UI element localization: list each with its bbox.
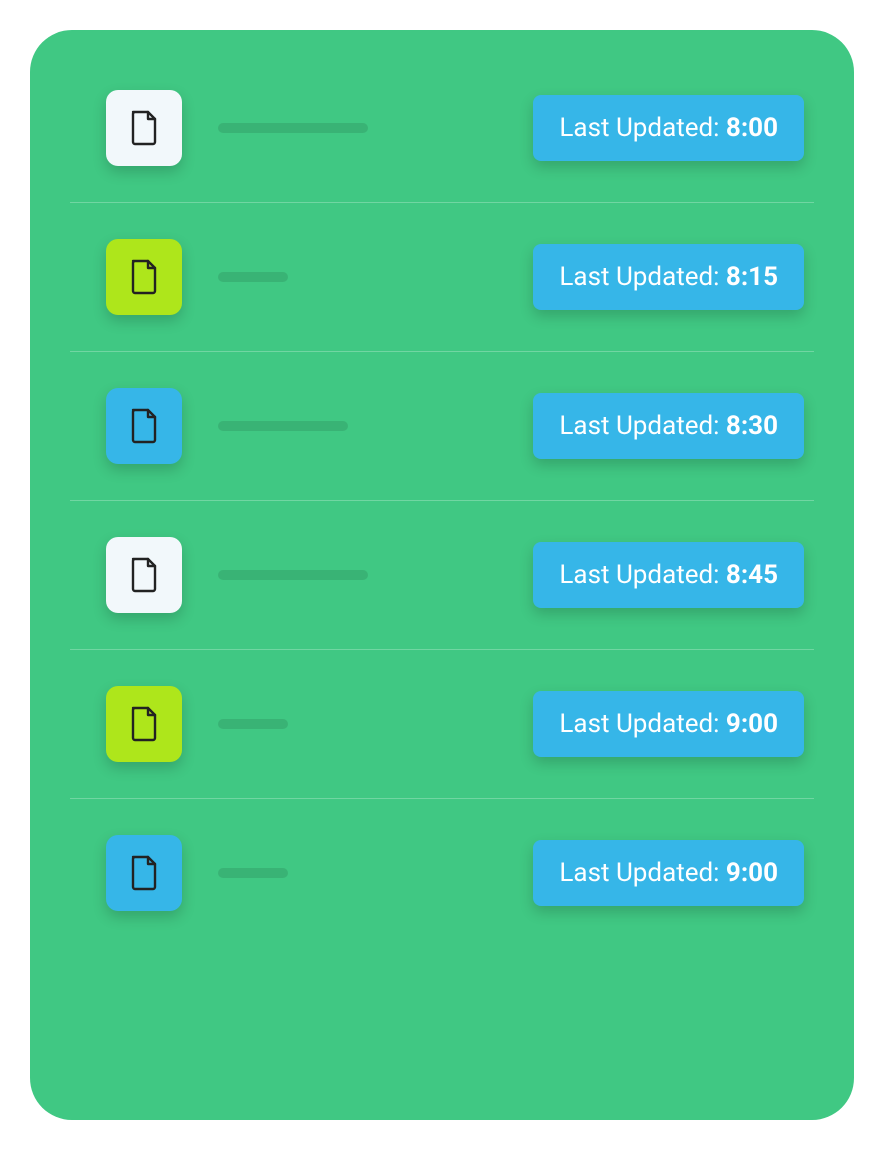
file-icon xyxy=(129,706,159,742)
file-icon-box[interactable] xyxy=(106,686,182,762)
last-updated-time: 9:00 xyxy=(726,858,778,888)
last-updated-chip: Last Updated: 9:00 xyxy=(533,840,804,906)
last-updated-chip: Last Updated: 8:15 xyxy=(533,244,804,310)
bar-fill xyxy=(218,570,368,580)
list-item: Last Updated: 8:15 xyxy=(70,203,814,352)
last-updated-time: 9:00 xyxy=(726,709,778,739)
file-icon-box[interactable] xyxy=(106,835,182,911)
file-icon xyxy=(129,110,159,146)
last-updated-label: Last Updated: xyxy=(559,858,726,888)
list-item: Last Updated: 8:30 xyxy=(70,352,814,501)
bar-fill xyxy=(218,421,348,431)
bar-fill xyxy=(218,868,288,878)
last-updated-time: 8:15 xyxy=(726,262,778,292)
file-icon xyxy=(129,259,159,295)
last-updated-label: Last Updated: xyxy=(559,709,726,739)
last-updated-chip: Last Updated: 8:30 xyxy=(533,393,804,459)
file-icon xyxy=(129,408,159,444)
list-item: Last Updated: 9:00 xyxy=(70,650,814,799)
last-updated-chip: Last Updated: 8:45 xyxy=(533,542,804,608)
bar-fill xyxy=(218,719,288,729)
file-icon-box[interactable] xyxy=(106,388,182,464)
spacer-bar xyxy=(182,421,533,431)
spacer-bar xyxy=(182,868,533,878)
spacer-bar xyxy=(182,570,533,580)
spacer-bar xyxy=(182,123,533,133)
list-item: Last Updated: 9:00 xyxy=(70,799,814,947)
last-updated-chip: Last Updated: 9:00 xyxy=(533,691,804,757)
file-icon-box[interactable] xyxy=(106,90,182,166)
last-updated-time: 8:30 xyxy=(726,411,778,441)
last-updated-label: Last Updated: xyxy=(559,113,726,143)
file-icon-box[interactable] xyxy=(106,239,182,315)
update-list-card: Last Updated: 8:00 Last Updated: 8:15 xyxy=(30,30,854,1120)
last-updated-time: 8:00 xyxy=(726,113,778,143)
file-icon-box[interactable] xyxy=(106,537,182,613)
spacer-bar xyxy=(182,272,533,282)
last-updated-label: Last Updated: xyxy=(559,560,726,590)
list-item: Last Updated: 8:00 xyxy=(70,90,814,203)
file-icon xyxy=(129,557,159,593)
last-updated-label: Last Updated: xyxy=(559,411,726,441)
list-item: Last Updated: 8:45 xyxy=(70,501,814,650)
bar-fill xyxy=(218,272,288,282)
last-updated-label: Last Updated: xyxy=(559,262,726,292)
last-updated-chip: Last Updated: 8:00 xyxy=(533,95,804,161)
spacer-bar xyxy=(182,719,533,729)
file-icon xyxy=(129,855,159,891)
bar-fill xyxy=(218,123,368,133)
last-updated-time: 8:45 xyxy=(726,560,778,590)
